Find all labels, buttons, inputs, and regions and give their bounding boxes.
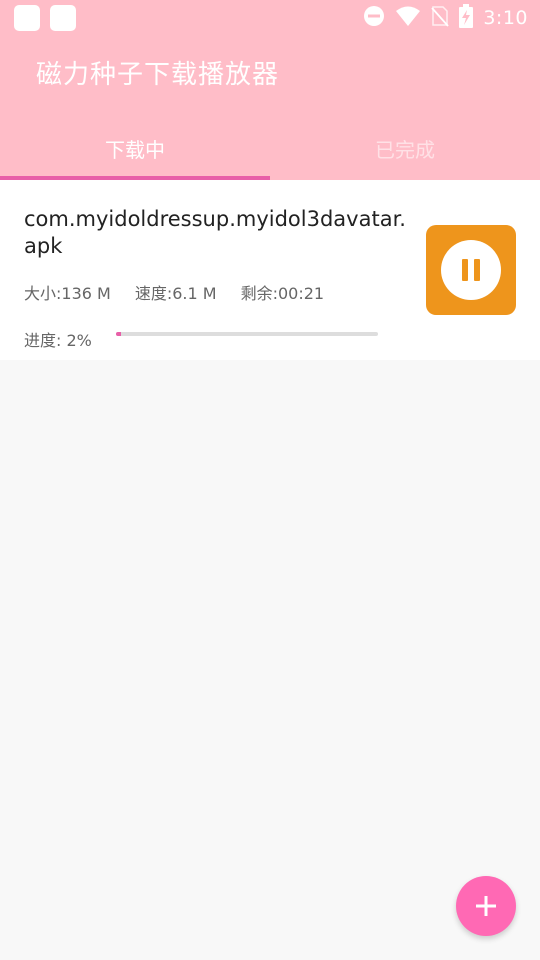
do-not-disturb-icon (363, 5, 385, 31)
pause-button[interactable] (426, 225, 516, 315)
status-icons: 3:10 (363, 4, 528, 32)
progress-bar (116, 332, 378, 336)
tab-downloading[interactable]: 下载中 (0, 120, 270, 176)
app-notification-icon (50, 5, 76, 31)
battery-charging-icon (459, 4, 474, 32)
screen: 3:10 磁力种子下载播放器 下载中 已完成 com.myidoldressup… (0, 0, 540, 960)
time-remaining: 剩余:00:21 (240, 284, 325, 303)
download-speed: 速度:6.1 M (134, 284, 217, 303)
app-title: 磁力种子下载播放器 (36, 60, 280, 90)
plus-icon (476, 896, 496, 916)
progress-label: 进度: 2% (24, 331, 92, 350)
file-name: com.myidoldressup.myidol3davatar.apk (24, 207, 406, 258)
status-bar: 3:10 (0, 0, 540, 36)
app-bar: 磁力种子下载播放器 下载中 已完成 (0, 36, 540, 180)
download-meta: 大小:136 M 速度:6.1 M 剩余:00:21 (24, 280, 324, 304)
status-time: 3:10 (483, 7, 528, 29)
add-download-button[interactable] (456, 876, 516, 936)
file-size: 大小:136 M (24, 284, 111, 303)
download-item[interactable]: com.myidoldressup.myidol3davatar.apk 大小:… (0, 180, 540, 360)
no-sim-icon (431, 5, 450, 31)
tab-completed[interactable]: 已完成 (270, 120, 540, 176)
wifi-icon (395, 5, 421, 31)
progress-fill (116, 332, 122, 336)
app-notification-icon (14, 5, 40, 31)
pause-icon (441, 240, 501, 300)
